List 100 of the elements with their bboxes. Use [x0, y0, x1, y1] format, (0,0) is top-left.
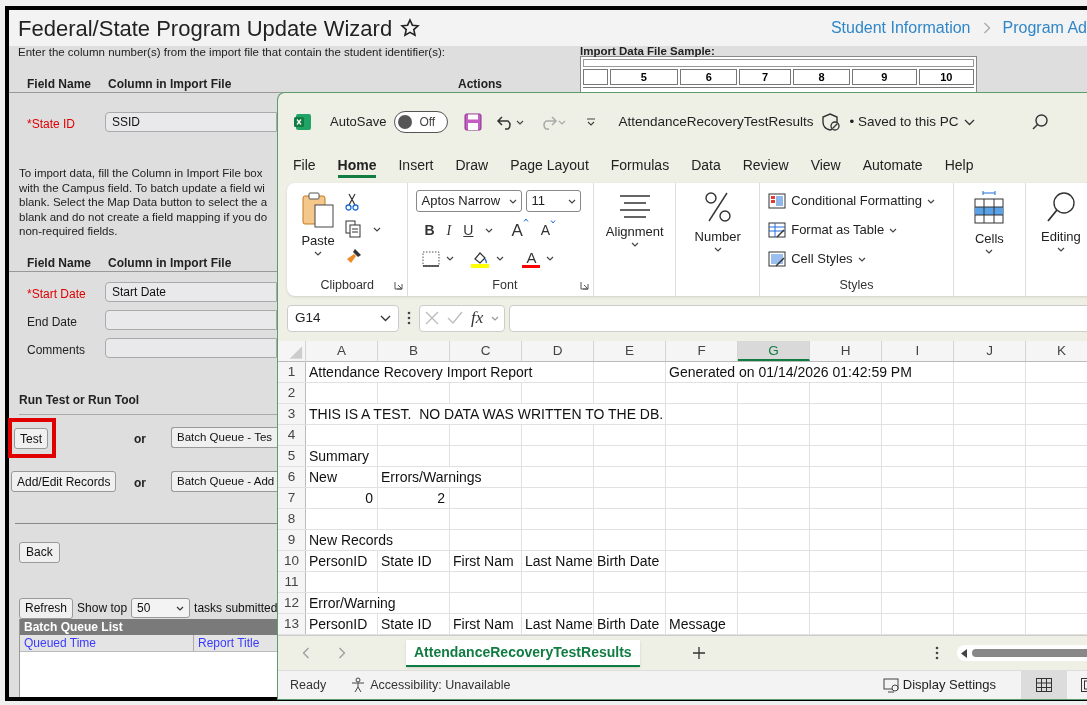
- row-header[interactable]: 6: [278, 467, 306, 487]
- conditional-formatting-button[interactable]: Conditional Formatting: [768, 190, 953, 212]
- row-header[interactable]: 13: [278, 614, 306, 634]
- input-field[interactable]: Start Date: [105, 281, 277, 302]
- row-header[interactable]: 7: [278, 488, 306, 508]
- chevron-down-icon[interactable]: [496, 256, 505, 261]
- ribbon-tab[interactable]: View: [810, 154, 841, 178]
- save-icon[interactable]: [464, 113, 483, 131]
- chevron-down-icon[interactable]: [857, 256, 866, 262]
- function-button[interactable]: fx: [471, 305, 484, 331]
- star-icon[interactable]: [400, 18, 421, 38]
- row-header[interactable]: 8: [278, 509, 306, 529]
- row-header[interactable]: 3: [278, 404, 306, 424]
- chevron-down-icon[interactable]: [314, 250, 322, 256]
- format-button[interactable]: B: [424, 220, 435, 242]
- format-as-table-button[interactable]: Format as Table: [768, 219, 953, 241]
- row-header[interactable]: 5: [278, 446, 306, 466]
- display-settings-button[interactable]: Display Settings: [882, 675, 996, 695]
- shrink-font-button[interactable]: A: [540, 220, 557, 242]
- chevron-down-icon[interactable]: [485, 228, 494, 234]
- font-color-button[interactable]: A: [522, 249, 541, 268]
- input-field[interactable]: [105, 309, 277, 330]
- editing-button[interactable]: Editing: [1041, 191, 1081, 274]
- row-header[interactable]: 11: [278, 572, 306, 592]
- chevron-down-icon[interactable]: [963, 118, 975, 126]
- chevron-down-icon[interactable]: [1056, 246, 1065, 252]
- paste-icon[interactable]: [301, 191, 335, 229]
- column-header[interactable]: B: [378, 341, 450, 361]
- scroll-left-icon[interactable]: [961, 648, 968, 658]
- column-header[interactable]: H: [810, 341, 882, 361]
- font-name-field[interactable]: Aptos Narrow: [416, 190, 523, 212]
- count-dropdown[interactable]: 50: [131, 598, 191, 618]
- ribbon-tab[interactable]: Formulas: [610, 154, 670, 178]
- test-button[interactable]: Add/Edit Records: [11, 471, 117, 492]
- column-header[interactable]: A: [306, 341, 378, 361]
- breadcrumb-link[interactable]: Program Ad: [1002, 16, 1087, 40]
- input-field[interactable]: SSID: [105, 112, 277, 132]
- chevron-down-icon[interactable]: [509, 198, 518, 204]
- launcher-icon[interactable]: [394, 281, 404, 290]
- column-header[interactable]: C: [450, 341, 522, 361]
- chevron-down-icon[interactable]: [446, 256, 455, 261]
- row-header[interactable]: 4: [278, 425, 306, 445]
- column-header[interactable]: G: [738, 341, 810, 361]
- chevron-down-icon[interactable]: [927, 198, 935, 204]
- customize-icon[interactable]: [586, 117, 597, 127]
- search-icon[interactable]: [1031, 113, 1049, 131]
- accessibility-status[interactable]: Accessibility: Unavailable: [350, 675, 511, 695]
- ribbon-tab[interactable]: Draw: [455, 154, 489, 178]
- chevron-down-icon[interactable]: [176, 605, 185, 611]
- row-header[interactable]: 12: [278, 593, 306, 613]
- number-button[interactable]: Number: [694, 191, 741, 274]
- test-button[interactable]: Test: [14, 428, 48, 449]
- font-size-field[interactable]: 11: [526, 190, 582, 212]
- cut-icon[interactable]: [345, 193, 359, 211]
- input-field[interactable]: [105, 337, 277, 358]
- breadcrumb-link[interactable]: Student Information: [830, 16, 971, 40]
- name-box[interactable]: G14: [287, 304, 399, 332]
- launcher-icon[interactable]: [580, 281, 590, 290]
- borders-icon[interactable]: [422, 250, 441, 267]
- formula-input[interactable]: [509, 304, 1087, 332]
- ribbon-tab[interactable]: File: [293, 154, 316, 178]
- ribbon-tab[interactable]: Page Layout: [510, 154, 589, 178]
- format-button[interactable]: I: [446, 220, 452, 242]
- chevron-down-icon[interactable]: [985, 248, 994, 254]
- chevron-down-icon[interactable]: [630, 241, 639, 247]
- sheet-tab[interactable]: AttendanceRecoveryTestResults: [406, 639, 640, 667]
- format-button[interactable]: U: [463, 220, 474, 242]
- row-header[interactable]: 2: [278, 383, 306, 403]
- column-header[interactable]: D: [522, 341, 594, 361]
- back-button[interactable]: Back: [19, 541, 60, 563]
- batch-queue-button[interactable]: Batch Queue - Tes: [171, 427, 277, 448]
- more-icon[interactable]: [935, 646, 939, 660]
- format-painter-icon[interactable]: [345, 247, 363, 265]
- row-header[interactable]: 9: [278, 530, 306, 550]
- cells-button[interactable]: Cells: [974, 191, 1005, 274]
- column-header[interactable]: J: [954, 341, 1026, 361]
- ribbon-tab[interactable]: Review: [742, 154, 789, 178]
- row-header[interactable]: 10: [278, 551, 306, 571]
- chevron-down-icon[interactable]: [380, 314, 391, 322]
- ribbon-tab[interactable]: Help: [944, 154, 974, 178]
- chevron-down-icon[interactable]: [546, 256, 555, 261]
- ribbon-tab[interactable]: Automate: [862, 154, 923, 178]
- refresh-button[interactable]: Refresh: [19, 597, 74, 619]
- add-sheet-icon[interactable]: [691, 646, 706, 660]
- cell-styles-button[interactable]: Cell Styles: [768, 248, 953, 270]
- chevron-down-icon[interactable]: [568, 198, 577, 204]
- chevron-down-icon[interactable]: [889, 227, 898, 233]
- chevron-down-icon[interactable]: [373, 226, 381, 232]
- ribbon-tab[interactable]: Home: [337, 154, 377, 178]
- ribbon-tab[interactable]: Insert: [398, 154, 434, 178]
- autosave-toggle[interactable]: Off: [394, 111, 449, 133]
- more-icon[interactable]: [407, 311, 411, 325]
- chevron-down-icon[interactable]: [516, 119, 525, 125]
- copy-icon[interactable]: [345, 220, 361, 238]
- horizontal-scrollbar[interactable]: [957, 645, 1087, 661]
- normal-view-button[interactable]: [1021, 670, 1067, 699]
- grow-font-button[interactable]: A: [511, 218, 529, 244]
- column-header[interactable]: E: [594, 341, 666, 361]
- chevron-down-icon[interactable]: [713, 246, 722, 252]
- column-header[interactable]: K: [1026, 341, 1087, 361]
